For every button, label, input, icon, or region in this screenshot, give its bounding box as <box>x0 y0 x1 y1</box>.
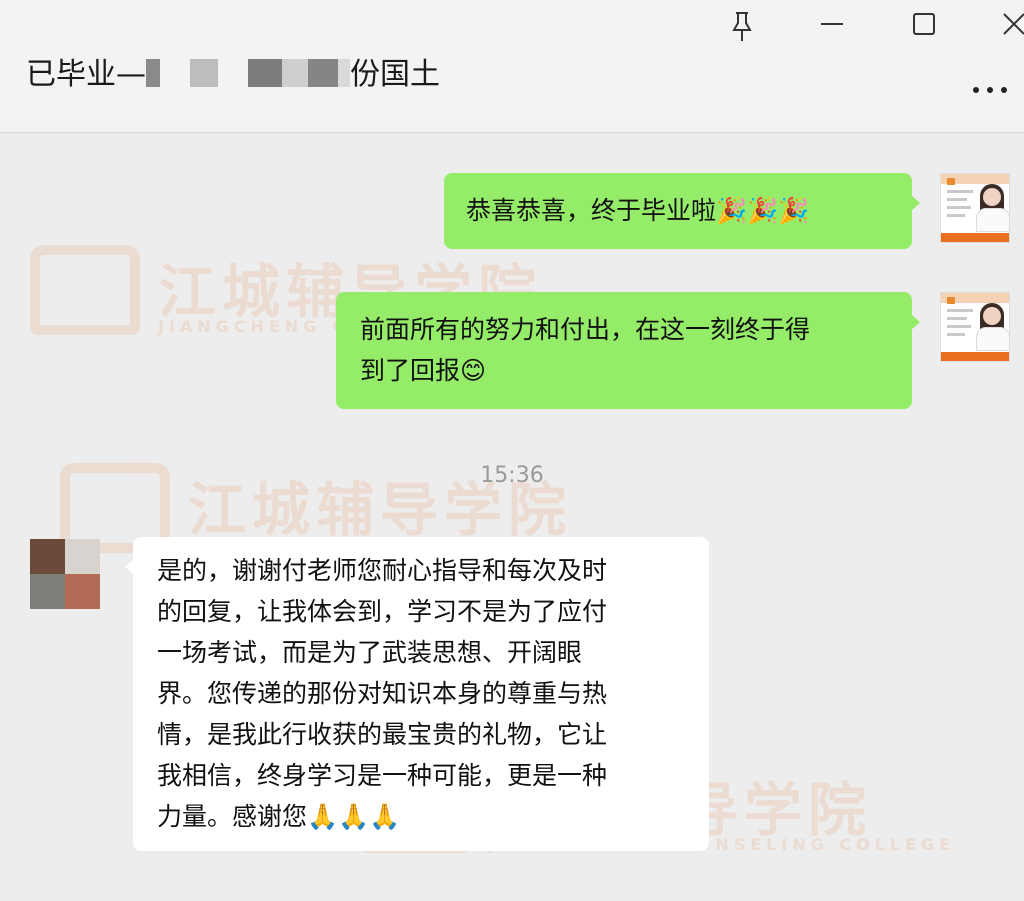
minimize-icon <box>821 23 843 25</box>
self-avatar[interactable] <box>940 173 1010 243</box>
message-bubble-sent[interactable]: 前面所有的努力和付出，在这一刻终于得 到了回报😊 <box>336 292 920 409</box>
folded-hands-emoji: 🙏🙏🙏 <box>307 802 401 831</box>
maximize-button[interactable] <box>906 8 942 44</box>
message-text-line: 一场考试，而是为了武装思想、开阔眼 <box>157 638 583 667</box>
title-bar: 已毕业— 份国土 <box>0 0 1024 133</box>
minimize-button[interactable] <box>814 8 850 44</box>
self-avatar[interactable] <box>940 292 1010 362</box>
redacted-block <box>338 59 350 87</box>
redacted-gap <box>160 59 190 87</box>
message-bubble-received[interactable]: 是的，谢谢付老师您耐心指导和每次及时 的回复，让我体会到，学习不是为了应付 一场… <box>125 537 709 851</box>
message-text-line: 前面所有的努力和付出，在这一刻终于得 <box>360 315 811 344</box>
redacted-block <box>308 59 338 87</box>
close-button[interactable] <box>996 8 1024 44</box>
message-text-line: 到了回报 <box>360 356 461 385</box>
smiling-face-emoji: 😊 <box>460 356 487 385</box>
redacted-gap <box>218 59 248 87</box>
message-bubble-sent[interactable]: 恭喜恭喜，终于毕业啦🎉🎉🎉 <box>444 173 920 249</box>
close-icon <box>1003 13 1024 35</box>
redacted-block <box>282 59 308 87</box>
message-text-line: 情，是我此行收获的最宝贵的礼物，它让 <box>157 720 608 749</box>
chat-title: 已毕业— 份国土 <box>26 55 440 95</box>
message-timestamp: 15:36 <box>480 463 544 488</box>
chat-title-end: 份国土 <box>350 57 440 92</box>
redacted-block <box>248 59 282 87</box>
message-text-line: 我相信，终身学习是一种可能，更是一种 <box>157 761 608 790</box>
message-text-line: 力量。感谢您 <box>157 802 308 831</box>
message-text-line: 的回复，让我体会到，学习不是为了应付 <box>157 597 608 626</box>
message-text: 恭喜恭喜，终于毕业啦 <box>466 196 717 225</box>
pin-button[interactable] <box>724 8 760 44</box>
more-options-button[interactable] <box>966 74 1014 104</box>
redacted-block <box>146 59 160 87</box>
contact-avatar[interactable] <box>30 539 100 609</box>
chat-title-start: 已毕业— <box>26 57 146 92</box>
watermark-logo <box>30 245 140 335</box>
message-text-line: 是的，谢谢付老师您耐心指导和每次及时 <box>157 556 608 585</box>
maximize-icon <box>913 13 935 35</box>
party-popper-emoji: 🎉🎉🎉 <box>716 196 810 225</box>
message-text-line: 界。您传递的那份对知识本身的尊重与热 <box>157 679 608 708</box>
pin-icon <box>732 12 752 41</box>
chat-area[interactable]: 江城辅导学院 JIANGCHENG COUNSELING COLLEGE 江城辅… <box>0 133 1024 901</box>
redacted-block <box>190 59 218 87</box>
